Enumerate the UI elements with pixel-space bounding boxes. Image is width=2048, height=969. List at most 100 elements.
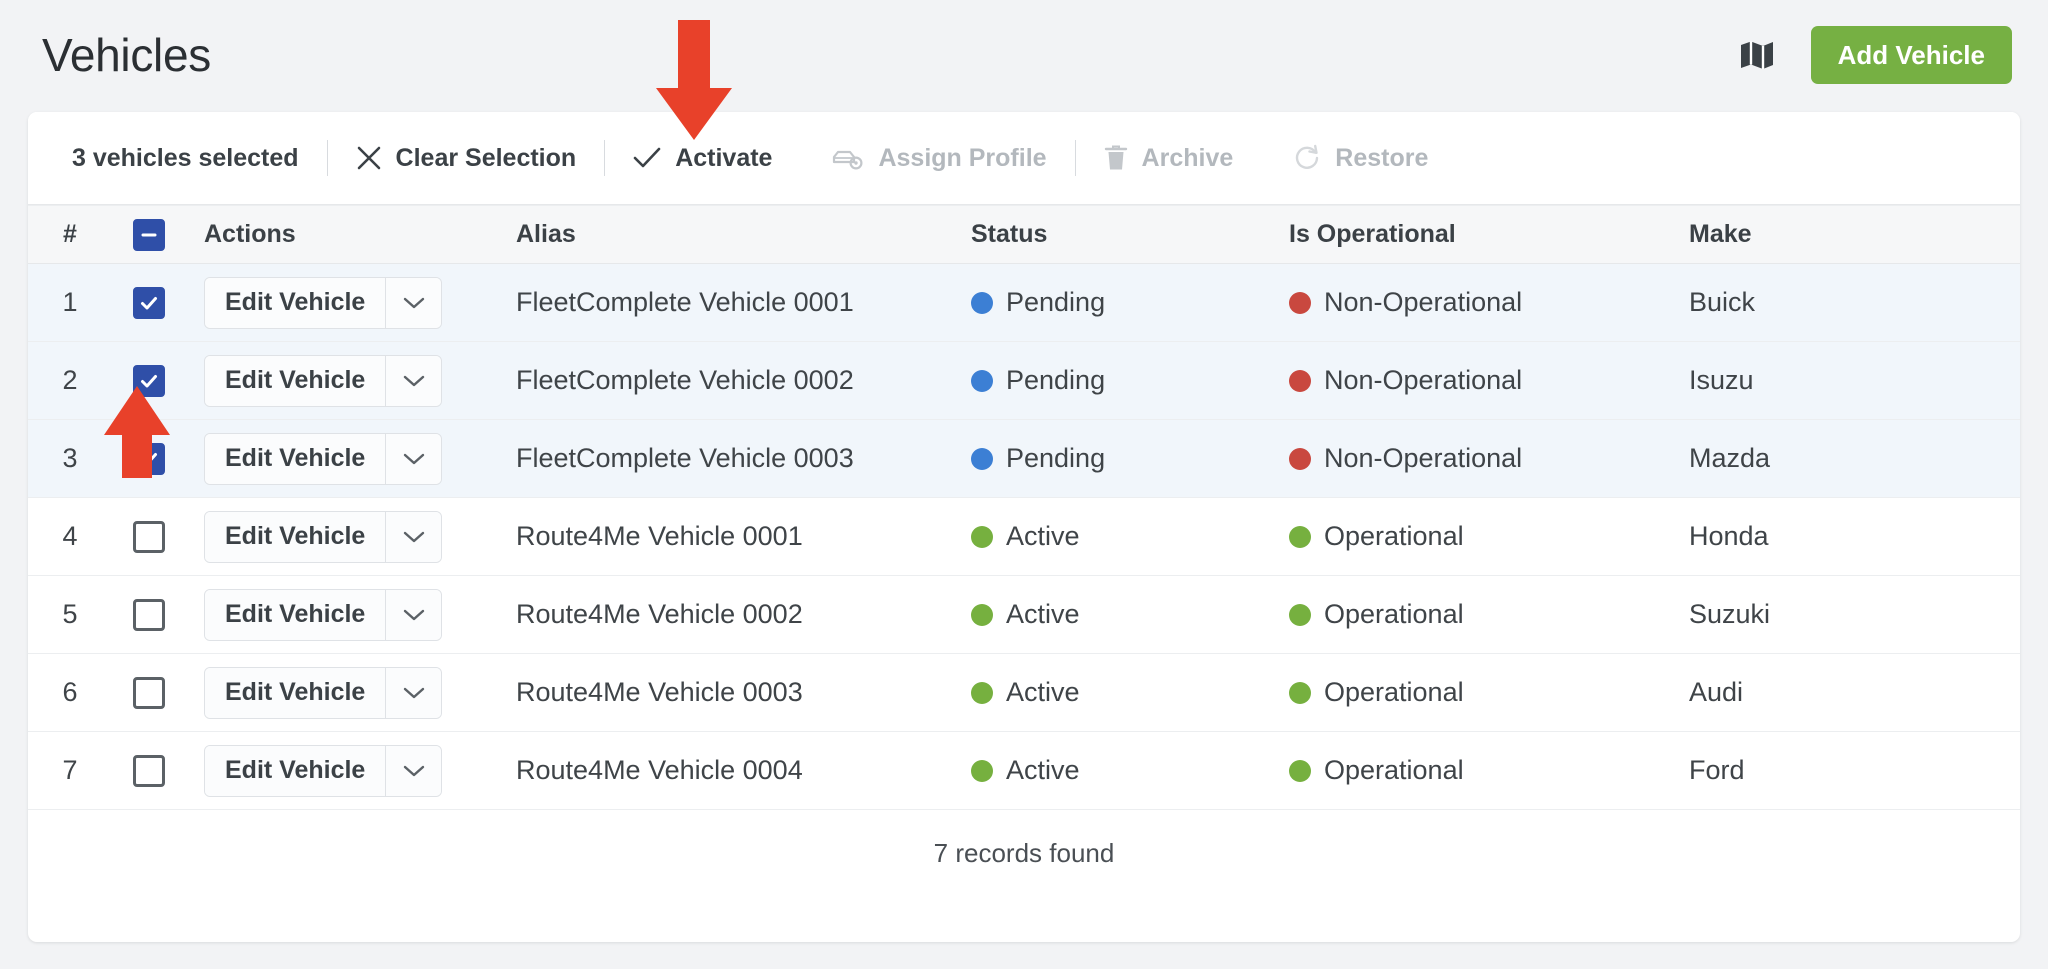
row-number: 2 [28,341,112,420]
row-checkbox[interactable] [133,754,165,787]
row-operational-cell: Non-Operational [1289,263,1689,342]
operational-label: Operational [1324,521,1464,551]
page-header: Vehicles Add Vehicle [0,0,2048,110]
edit-vehicle-button[interactable]: Edit Vehicle [205,433,386,484]
edit-vehicle-split-button: Edit Vehicle [204,666,443,719]
row-checkbox[interactable] [133,364,165,397]
table-row: 3 Edit Vehicle FleetComplete Vehicle 0003 P… [28,419,2020,498]
vehicles-card: 3 vehicles selected Clear Selection Acti… [28,112,2020,942]
add-vehicle-button[interactable]: Add Vehicle [1810,26,2012,84]
toolbar-divider [1074,140,1076,176]
row-operational-cell: Non-Operational [1289,341,1689,420]
selection-toolbar: 3 vehicles selected Clear Selection Acti… [28,112,2020,205]
status-label: Pending [1006,443,1106,473]
operational-label: Non-Operational [1324,365,1523,395]
clear-selection-label: Clear Selection [395,143,577,172]
row-status-cell: Pending [971,263,1289,342]
row-alias: FleetComplete Vehicle 0001 [516,263,971,342]
column-header-select [112,205,186,264]
operational-dot [1289,681,1311,704]
table-row: 5 Edit Vehicle Route4Me Vehicle 0002 Active… [28,575,2020,654]
chevron-down-icon[interactable] [385,355,442,406]
status-dot [971,291,993,314]
close-x-icon [356,145,382,171]
map-icon[interactable] [1737,35,1777,75]
row-checkbox[interactable] [133,442,165,475]
operational-dot [1289,447,1311,470]
chevron-down-icon[interactable] [385,667,442,718]
row-checkbox[interactable] [133,598,165,631]
assign-profile-button[interactable]: Assign Profile [832,143,1047,173]
row-alias: Route4Me Vehicle 0002 [516,575,971,654]
row-actions-cell: Edit Vehicle [186,341,516,420]
status-label: Active [1006,521,1080,551]
status-label: Active [1006,599,1080,629]
row-number: 5 [28,575,112,654]
status-label: Active [1006,677,1080,707]
toolbar-divider [326,140,328,176]
status-dot [971,525,993,548]
row-checkbox[interactable] [133,520,165,553]
row-status-cell: Pending [971,341,1289,420]
chevron-down-icon[interactable] [385,511,442,562]
status-label: Pending [1006,365,1106,395]
check-icon [633,145,661,171]
chevron-down-icon[interactable] [385,745,442,796]
assign-profile-label: Assign Profile [878,143,1047,172]
edit-vehicle-button[interactable]: Edit Vehicle [205,589,386,640]
operational-label: Operational [1324,755,1464,785]
row-status-cell: Active [971,497,1289,576]
row-status-cell: Active [971,731,1289,810]
table-header-row: # Actions Alias Status Is Operational Ma… [28,205,2020,264]
row-operational-cell: Operational [1289,731,1689,810]
select-all-checkbox[interactable] [133,218,165,251]
edit-vehicle-button[interactable]: Edit Vehicle [205,511,386,562]
clear-selection-button[interactable]: Clear Selection [356,143,577,173]
edit-vehicle-split-button: Edit Vehicle [204,276,443,329]
edit-vehicle-button[interactable]: Edit Vehicle [205,667,386,718]
row-number: 6 [28,653,112,732]
row-alias: Route4Me Vehicle 0001 [516,497,971,576]
edit-vehicle-split-button: Edit Vehicle [204,510,443,563]
column-header-status: Status [971,205,1289,264]
table-body: 1 Edit Vehicle FleetComplete Vehicle 0001 P… [28,263,2020,810]
row-number: 4 [28,497,112,576]
vehicle-gear-icon [832,145,864,171]
edit-vehicle-button[interactable]: Edit Vehicle [205,745,386,796]
edit-vehicle-button[interactable]: Edit Vehicle [205,277,386,328]
status-dot [971,369,993,392]
status-dot [971,603,993,626]
row-checkbox[interactable] [133,676,165,709]
row-alias: Route4Me Vehicle 0003 [516,653,971,732]
archive-button[interactable]: Archive [1104,144,1233,173]
table-row: 7 Edit Vehicle Route4Me Vehicle 0004 Active… [28,731,2020,810]
row-make: Honda [1689,497,2020,576]
operational-label: Operational [1324,599,1464,629]
row-number: 1 [28,263,112,342]
row-operational-cell: Operational [1289,653,1689,732]
restore-label: Restore [1335,143,1429,172]
activate-button[interactable]: Activate [633,144,772,173]
restore-button[interactable]: Restore [1293,144,1428,173]
row-select-cell [112,731,186,810]
operational-label: Operational [1324,677,1464,707]
edit-vehicle-button[interactable]: Edit Vehicle [205,355,386,406]
chevron-down-icon[interactable] [385,589,442,640]
chevron-down-icon[interactable] [385,433,442,484]
status-dot [971,759,993,782]
row-checkbox[interactable] [133,286,165,319]
vehicles-table: # Actions Alias Status Is Operational Ma… [28,205,2020,810]
row-make: Audi [1689,653,2020,732]
chevron-down-icon[interactable] [385,277,442,328]
operational-dot [1289,525,1311,548]
trash-icon [1104,144,1128,172]
edit-vehicle-split-button: Edit Vehicle [204,432,443,485]
operational-dot [1289,759,1311,782]
row-actions-cell: Edit Vehicle [186,731,516,810]
table-row: 4 Edit Vehicle Route4Me Vehicle 0001 Active… [28,497,2020,576]
edit-vehicle-split-button: Edit Vehicle [204,588,443,641]
row-status-cell: Active [971,653,1289,732]
edit-vehicle-split-button: Edit Vehicle [204,354,443,407]
records-found-label: 7 records found [933,837,1115,868]
column-header-make: Make [1689,205,2020,264]
